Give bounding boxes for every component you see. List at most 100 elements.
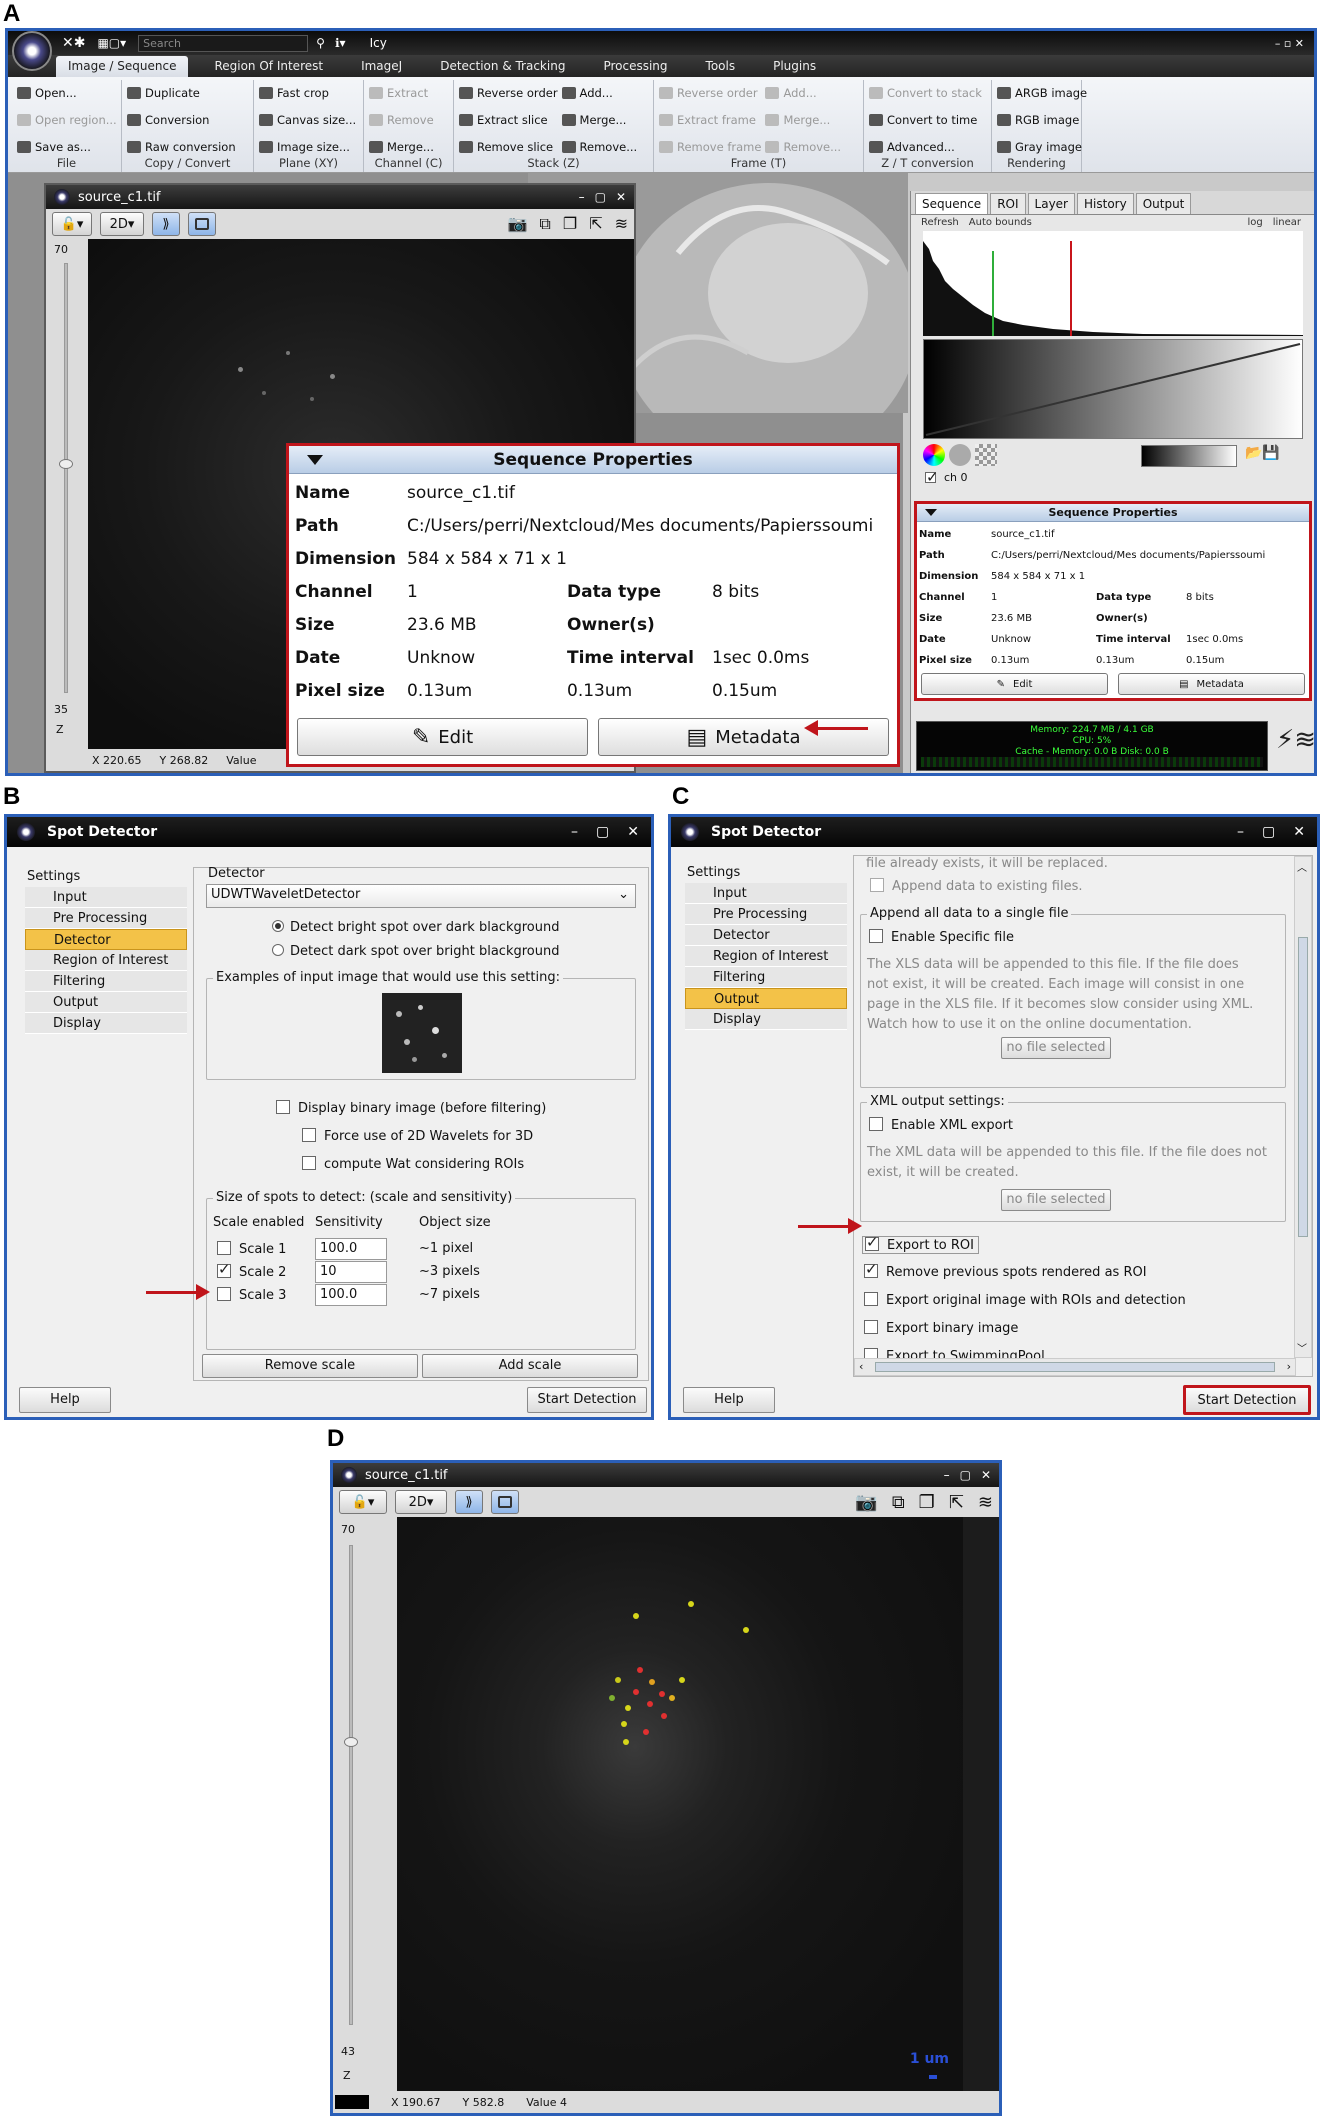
gray-wheel-icon[interactable] [949, 444, 971, 466]
chevron-up-icon[interactable]: ︿ [1297, 859, 1307, 874]
ribbon-item[interactable]: Extract [369, 80, 434, 107]
nav-item-detector[interactable]: Detector [685, 925, 847, 946]
info-icon[interactable]: ℹ▾ [335, 36, 346, 50]
z-slider-track[interactable] [349, 1545, 353, 2025]
detected-spot[interactable] [625, 1705, 631, 1711]
ribbon-item[interactable]: Duplicate [127, 80, 236, 107]
auto-bounds-option[interactable]: Auto bounds [969, 217, 1032, 231]
histogram[interactable] [923, 231, 1303, 336]
append-existing-checkbox[interactable]: Append data to existing files. [870, 878, 1083, 894]
maximize-icon[interactable]: ▢ [960, 1468, 971, 1482]
log-option[interactable]: log [1247, 217, 1262, 231]
scale-checkbox[interactable]: Scale 2 [217, 1260, 286, 1280]
nav-item-filtering[interactable]: Filtering [25, 971, 187, 992]
window-controls[interactable]: – ▫ ✕ [1275, 37, 1304, 50]
lut-gradient[interactable] [923, 339, 1303, 439]
vertical-scrollbar[interactable]: ︿ ﹀ [1294, 856, 1312, 1358]
nav-item-region-of-interest[interactable]: Region of Interest [25, 950, 187, 971]
colormap-select[interactable] [1141, 445, 1237, 467]
duplicate-icon[interactable]: ❐ [563, 214, 577, 234]
seqprops-zoom-header[interactable]: Sequence Properties [289, 446, 897, 474]
detected-spot[interactable] [661, 1713, 667, 1719]
force-2d-checkbox[interactable]: Force use of 2D Wavelets for 3D [302, 1128, 533, 1144]
scale-checkbox[interactable]: Scale 3 [217, 1287, 286, 1303]
tab-tools[interactable]: Tools [694, 56, 748, 77]
maximize-icon[interactable]: ▢ [596, 824, 609, 840]
ribbon-item[interactable]: Reverse order [659, 80, 761, 107]
nav-item-region-of-interest[interactable]: Region of Interest [685, 946, 847, 967]
chevron-left-icon[interactable]: ‹ [859, 1360, 863, 1373]
close-icon[interactable]: ✕ [627, 824, 639, 840]
gc-icon[interactable]: ⚡≋ [1276, 725, 1314, 755]
add-scale-button[interactable]: Add scale [422, 1354, 638, 1378]
database-icon[interactable]: ≋ [978, 1492, 993, 1513]
search-icon[interactable]: ⚲ [316, 36, 325, 50]
detected-spot[interactable] [679, 1677, 685, 1683]
nav-item-output[interactable]: Output [25, 992, 187, 1013]
tab-history[interactable]: History [1077, 193, 1134, 214]
ribbon-item[interactable]: Add... [561, 80, 638, 107]
detected-spot[interactable] [669, 1695, 675, 1701]
tools-icon[interactable]: ✕✱ [62, 35, 85, 51]
close-icon[interactable]: ✕ [616, 190, 626, 204]
export-original-checkbox[interactable]: Export original image with ROIs and dete… [864, 1292, 1186, 1308]
ribbon-item[interactable]: Merge... [561, 107, 638, 134]
chevron-right-icon[interactable]: › [1287, 1360, 1291, 1373]
close-icon[interactable]: ✕ [1293, 824, 1305, 840]
tab-processing[interactable]: Processing [591, 56, 679, 77]
enable-xml-checkbox[interactable]: Enable XML export [869, 1117, 1013, 1133]
layers-toggle-icon[interactable]: ⟫ [455, 1490, 483, 1514]
layout-icon[interactable]: ▦▢▾ [97, 36, 126, 50]
checker-icon[interactable] [975, 444, 997, 466]
horizontal-scrollbar[interactable]: ‹ › [854, 1358, 1296, 1376]
search-input[interactable]: Search [138, 34, 309, 52]
detected-spot[interactable] [637, 1667, 643, 1673]
tab-image-sequence[interactable]: Image / Sequence [56, 56, 189, 77]
tab-detection-tracking[interactable]: Detection & Tracking [428, 56, 577, 77]
close-icon[interactable]: ✕ [981, 1468, 991, 1482]
tab-region-of-interest[interactable]: Region Of Interest [202, 56, 335, 77]
maximize-icon[interactable]: ▢ [1262, 824, 1275, 840]
tab-imagej[interactable]: ImageJ [349, 56, 414, 77]
binary-image-checkbox[interactable]: Display binary image (before filtering) [276, 1100, 546, 1116]
sensitivity-input[interactable]: 10 [315, 1261, 387, 1283]
detected-spot[interactable] [609, 1695, 615, 1701]
dark-spot-radio[interactable]: Detect dark spot over bright blackground [272, 944, 559, 959]
z-slider-track[interactable] [64, 263, 68, 693]
detected-spot[interactable] [623, 1739, 629, 1745]
lock-icon[interactable]: 🔓▾ [339, 1490, 387, 1514]
minimize-icon[interactable]: – [944, 1468, 950, 1482]
nav-item-input[interactable]: Input [685, 883, 847, 904]
ribbon-item[interactable]: Reverse order [459, 80, 558, 107]
channel-checkbox[interactable]: ch 0 [925, 468, 968, 486]
start-detection-button[interactable]: Start Detection [1183, 1385, 1311, 1415]
ribbon-item[interactable]: Extract frame [659, 107, 761, 134]
nav-item-filtering[interactable]: Filtering [685, 967, 847, 988]
detected-spot[interactable] [743, 1627, 749, 1633]
enable-specific-checkbox[interactable]: Enable Specific file [869, 929, 1014, 945]
detected-spot[interactable] [647, 1701, 653, 1707]
nav-item-display[interactable]: Display [685, 1009, 847, 1030]
detected-spot[interactable] [649, 1679, 655, 1685]
tab-layer[interactable]: Layer [1027, 193, 1075, 214]
camera-icon[interactable]: 📷 [507, 214, 527, 234]
seqprops-small-header[interactable]: Sequence Properties [917, 504, 1309, 522]
folder-icon[interactable]: 📂💾 [1245, 445, 1280, 461]
image-canvas[interactable]: 1 um [397, 1517, 963, 2091]
z-slider-thumb[interactable] [59, 459, 73, 469]
color-wheel-icon[interactable] [923, 444, 945, 466]
sensitivity-input[interactable]: 100.0 [315, 1238, 387, 1260]
ribbon-item[interactable]: Remove [369, 107, 434, 134]
help-button[interactable]: Help [19, 1387, 111, 1413]
scale-checkbox[interactable]: Scale 1 [217, 1241, 286, 1257]
camera-icon[interactable]: 📷 [855, 1492, 877, 1513]
ribbon-item[interactable]: ARGB image [997, 80, 1087, 107]
edit-button[interactable]: ✎ Edit [297, 718, 588, 756]
wat-rois-checkbox[interactable]: compute Wat considering ROIs [302, 1156, 524, 1172]
database-icon[interactable]: ≋ [615, 214, 628, 234]
refresh-option[interactable]: Refresh [921, 217, 959, 231]
minimize-icon[interactable]: – [571, 824, 578, 840]
nav-item-detector[interactable]: Detector [25, 929, 187, 950]
ribbon-item[interactable]: Merge... [765, 107, 841, 134]
ribbon-item[interactable]: Fast crop [259, 80, 356, 107]
